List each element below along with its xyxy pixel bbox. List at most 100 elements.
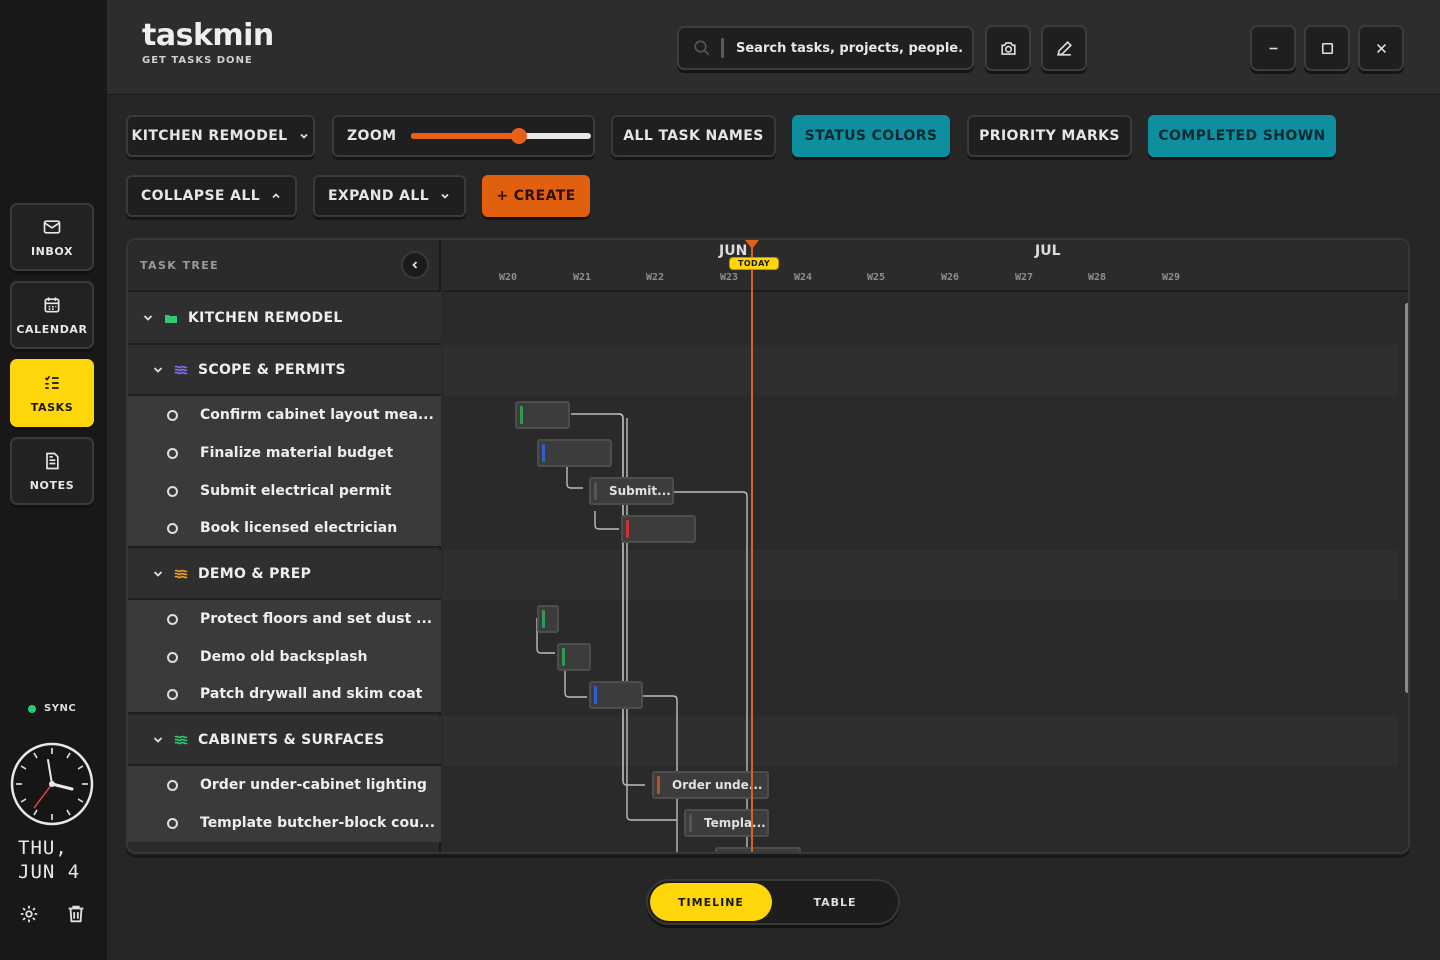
task-checkbox[interactable] — [167, 485, 178, 497]
task-checkbox[interactable] — [167, 613, 178, 625]
gear-icon[interactable] — [18, 903, 40, 925]
task-tree-header: TASK TREE — [128, 240, 439, 292]
task-name: Finalize material budget — [200, 445, 394, 461]
project-select[interactable]: KITCHEN REMODEL — [126, 115, 315, 157]
all-task-names-toggle[interactable]: ALL TASK NAMES — [611, 115, 776, 157]
maximize-button[interactable] — [1304, 25, 1350, 71]
calendar-icon — [44, 297, 60, 312]
task-row[interactable]: Finalize material budget — [128, 434, 441, 472]
collapse-tree-button[interactable] — [401, 251, 429, 279]
nav-inbox-label: INBOX — [30, 244, 74, 258]
task-bar[interactable] — [621, 515, 696, 543]
minimize-button[interactable] — [1250, 25, 1296, 71]
chevron-left-icon — [412, 261, 418, 269]
task-checkbox[interactable] — [167, 447, 178, 459]
app-tagline: GET TASKS DONE — [142, 55, 253, 66]
chevron-down-icon[interactable] — [152, 364, 164, 376]
task-bar[interactable] — [515, 401, 570, 429]
task-name: Order under-cabinet lighting — [200, 777, 427, 793]
task-row[interactable]: Order under-cabinet lighting — [128, 766, 441, 804]
task-checkbox[interactable] — [167, 409, 178, 421]
task-row[interactable]: Submit electrical permit — [128, 472, 441, 510]
sidebar: INBOX CALENDAR TASKS NOTES SYNC THU, JUN — [0, 0, 107, 960]
task-row[interactable]: Confirm cabinet layout mea... — [128, 396, 441, 434]
task-tree: TASK TREE KITCHEN REMODEL SCOPE & PERMIT… — [128, 240, 441, 852]
group-row-scope[interactable]: SCOPE & PERMITS — [128, 345, 441, 396]
task-checkbox[interactable] — [167, 651, 178, 663]
nav-inbox[interactable]: INBOX — [10, 203, 94, 271]
project-select-label: KITCHEN REMODEL — [131, 128, 288, 144]
table-view-tab[interactable]: TABLE — [774, 883, 896, 921]
app-name: taskmin — [142, 18, 274, 53]
task-bar[interactable]: Submit... — [589, 477, 674, 505]
status-colors-toggle[interactable]: STATUS COLORS — [792, 115, 950, 157]
chevron-down-icon[interactable] — [152, 568, 164, 580]
zoom-slider-handle[interactable] — [510, 128, 527, 144]
task-checkbox[interactable] — [167, 522, 178, 534]
top-bar: taskmin GET TASKS DONE — [107, 0, 1440, 95]
group-wave-icon — [174, 569, 188, 579]
task-checkbox[interactable] — [167, 688, 178, 700]
view-toggle: TIMELINE TABLE — [646, 879, 900, 925]
nav-tasks[interactable]: TASKS — [10, 359, 94, 427]
trash-icon[interactable] — [65, 903, 87, 925]
task-row[interactable]: Patch drywall and skim coat — [128, 676, 441, 714]
task-bar[interactable] — [589, 681, 643, 709]
task-bar-label: Templa... — [704, 816, 766, 830]
project-row[interactable]: KITCHEN REMODEL — [128, 292, 441, 345]
chevron-down-icon[interactable] — [142, 312, 154, 324]
zoom-label: ZOOM — [347, 128, 397, 144]
vertical-scrollbar[interactable] — [1405, 303, 1408, 693]
task-checkbox[interactable] — [167, 779, 178, 791]
group-wave-icon — [174, 365, 188, 374]
task-bar[interactable] — [715, 847, 801, 852]
timeline-area: JUN JUL W20 W21 W22 W23 W24 W25 W26 W27 … — [443, 240, 1408, 852]
nav-calendar[interactable]: CALENDAR — [10, 281, 94, 349]
zoom-slider-fill — [410, 133, 519, 139]
today-badge: TODAY — [729, 257, 780, 270]
edit-button[interactable] — [1041, 25, 1087, 71]
nav-notes[interactable]: NOTES — [10, 437, 94, 505]
timeline-view-tab[interactable]: TIMELINE — [650, 883, 772, 921]
collapse-all-button[interactable]: COLLAPSE ALL — [126, 175, 297, 217]
chevron-down-icon — [441, 193, 449, 199]
chevron-down-icon — [299, 133, 308, 139]
expand-all-label: EXPAND ALL — [327, 188, 430, 204]
chevron-down-icon[interactable] — [152, 734, 164, 746]
search-box[interactable] — [677, 26, 974, 70]
task-bar[interactable] — [537, 605, 559, 633]
search-divider — [721, 38, 724, 58]
task-name: Patch drywall and skim coat — [200, 686, 423, 702]
completed-shown-toggle[interactable]: COMPLETED SHOWN — [1148, 115, 1336, 157]
create-button[interactable]: + CREATE — [482, 175, 590, 217]
priority-marks-toggle[interactable]: PRIORITY MARKS — [967, 115, 1132, 157]
task-bar[interactable]: Templa... — [684, 809, 769, 837]
search-input[interactable] — [736, 40, 962, 56]
task-bar[interactable] — [537, 439, 612, 467]
task-row[interactable]: Template butcher-block cou... — [128, 804, 441, 842]
group-row-cabinets[interactable]: CABINETS & SURFACES — [128, 716, 441, 766]
expand-all-button[interactable]: EXPAND ALL — [313, 175, 466, 217]
project-name: KITCHEN REMODEL — [188, 309, 343, 326]
current-date: THU, JUN 4 — [18, 836, 80, 884]
zoom-slider[interactable] — [410, 128, 591, 144]
screenshot-button[interactable] — [985, 25, 1031, 71]
task-checkbox[interactable] — [167, 817, 178, 829]
close-button[interactable] — [1358, 25, 1404, 71]
status-colors-label: STATUS COLORS — [804, 128, 938, 144]
task-name: Template butcher-block cou... — [200, 815, 436, 831]
task-row[interactable]: Protect floors and set dust ... — [128, 600, 441, 638]
notes-icon — [46, 452, 59, 469]
task-tree-title: TASK TREE — [140, 258, 220, 272]
task-name: Protect floors and set dust ... — [200, 611, 433, 627]
task-row[interactable]: Demo old backsplash — [128, 638, 441, 676]
task-bar[interactable] — [557, 643, 591, 671]
task-row[interactable]: Book licensed electrician — [128, 510, 441, 548]
dependency-lines — [536, 413, 748, 852]
task-bar-label: Order unde... — [672, 778, 763, 792]
group-row-demo[interactable]: DEMO & PREP — [128, 550, 441, 600]
zoom-control[interactable]: ZOOM — [332, 115, 595, 157]
folder-icon — [165, 314, 177, 323]
create-label: + CREATE — [496, 188, 576, 204]
task-bar-status — [520, 406, 523, 424]
